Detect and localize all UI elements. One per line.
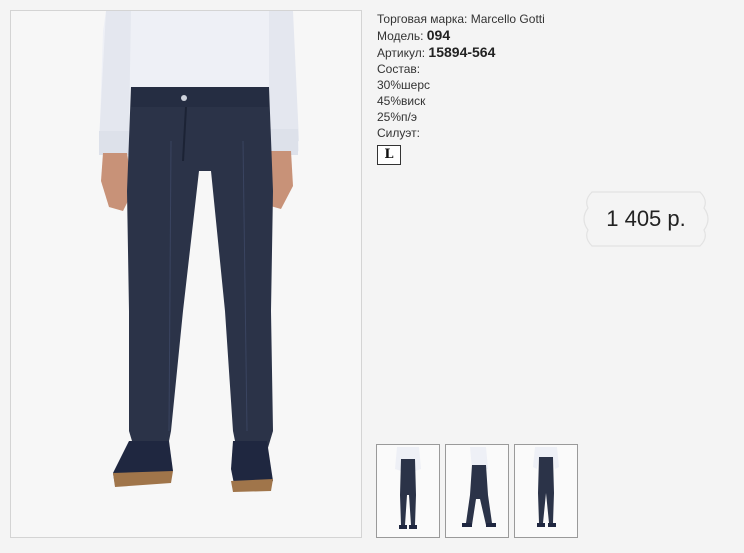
model-label: Модель: xyxy=(377,29,424,43)
article-label: Артикул: xyxy=(377,46,426,60)
product-info: Торговая марка: Marcello Gotti Модель: 0… xyxy=(377,11,545,165)
trousers-illustration xyxy=(11,11,361,537)
silhouette-icon: L xyxy=(377,145,401,165)
thumbnail-side-image xyxy=(446,445,508,537)
thumbnail-front-image xyxy=(377,445,439,537)
thumbnail-back-image xyxy=(515,445,577,537)
thumbnail-side[interactable] xyxy=(445,444,509,538)
thumbnail-front[interactable] xyxy=(376,444,440,538)
brand-label: Торговая марка: xyxy=(377,12,468,26)
silhouette-label: Силуэт: xyxy=(377,126,420,140)
composition-label: Состав: xyxy=(377,62,421,76)
model-value: 094 xyxy=(426,27,451,43)
thumbnail-back[interactable] xyxy=(514,444,578,538)
brand-row: Торговая марка: Marcello Gotti xyxy=(377,11,545,27)
price-tag: 1 405 р. xyxy=(580,190,712,248)
composition-item: 25%п/э xyxy=(377,110,417,124)
brand-value: Marcello Gotti xyxy=(470,12,545,26)
article-value: 15894-564 xyxy=(428,44,496,60)
article-row: Артикул: 15894-564 xyxy=(377,44,545,61)
composition-item: 45%виск xyxy=(377,94,426,108)
main-product-photo[interactable] xyxy=(10,10,362,538)
model-row: Модель: 094 xyxy=(377,27,545,44)
price-value: 1 405 р. xyxy=(606,206,686,231)
composition-item: 30%шерс xyxy=(377,78,430,92)
